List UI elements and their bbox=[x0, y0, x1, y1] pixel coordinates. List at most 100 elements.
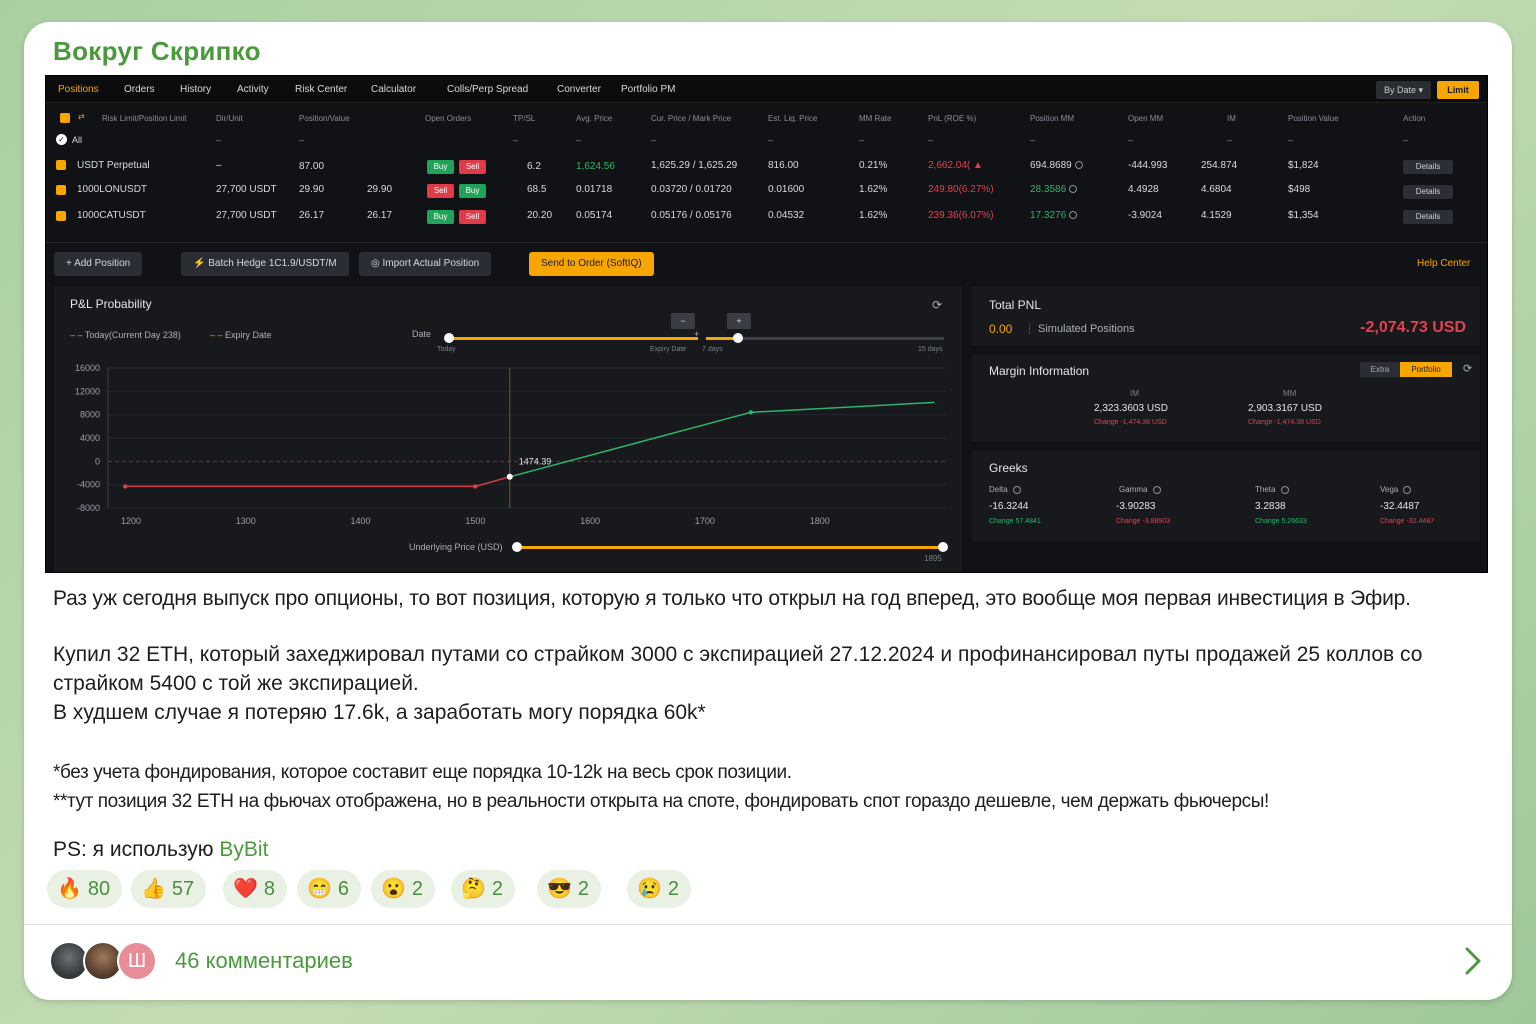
share-icon[interactable]: ▲ bbox=[970, 160, 983, 171]
slider-handle-today[interactable] bbox=[444, 333, 454, 343]
refresh-icon[interactable]: ⟳ bbox=[932, 298, 942, 312]
limit-button[interactable]: Limit bbox=[1437, 81, 1479, 99]
reaction-emoji-icon: ❤️ bbox=[233, 878, 258, 900]
sell-button[interactable]: Sell bbox=[427, 184, 454, 198]
tab-calculator[interactable]: Calculator bbox=[371, 84, 416, 95]
x-tick-label: 1500 bbox=[465, 516, 485, 526]
details-button[interactable]: Details bbox=[1403, 160, 1453, 174]
by-date-dropdown[interactable]: By Date ▾ bbox=[1375, 81, 1431, 99]
buy-button[interactable]: Buy bbox=[459, 184, 486, 198]
tab-risk-center[interactable]: Risk Center bbox=[295, 84, 347, 95]
all-toggle-icon[interactable]: ✓ bbox=[56, 134, 67, 145]
reaction-count: 57 bbox=[171, 878, 195, 900]
header-position-mm: Position MM bbox=[1030, 114, 1075, 123]
post-paragraph: Раз уж сегодня выпуск про опционы, то во… bbox=[53, 587, 1411, 610]
reaction-chip[interactable]: 😁 6 bbox=[297, 870, 362, 908]
header-cur-mark: Cur. Price / Mark Price bbox=[651, 114, 732, 123]
reaction-emoji-icon: 😢 bbox=[637, 878, 662, 900]
current-price-dot bbox=[506, 473, 513, 480]
tab-colls-perp-spread[interactable]: Colls/Perp Spread bbox=[447, 84, 528, 95]
row-symbol[interactable]: 1000LONUSDT bbox=[77, 184, 147, 195]
add-position-button[interactable]: + Add Position bbox=[54, 252, 143, 276]
tab-history[interactable]: History bbox=[180, 84, 211, 95]
slider-handle-7d[interactable] bbox=[733, 333, 743, 343]
underlying-handle-min[interactable] bbox=[512, 542, 522, 552]
tab-positions[interactable]: Positions bbox=[58, 84, 99, 95]
tab-extra[interactable]: Extra bbox=[1360, 362, 1400, 377]
bybit-link[interactable]: ByBit bbox=[219, 838, 268, 861]
greek-delta-change: Change 57.4841 bbox=[989, 518, 1041, 525]
row-cur-mark: 0.05176 / 0.05176 bbox=[651, 210, 732, 221]
reaction-chip[interactable]: 👍 57 bbox=[131, 870, 207, 908]
help-center-link[interactable]: Help Center bbox=[1417, 258, 1470, 269]
reaction-chip[interactable]: 🔥 80 bbox=[47, 870, 123, 908]
reaction-chip[interactable]: 🤔 2 bbox=[451, 870, 516, 908]
header-dir-unit: Dir/Unit bbox=[216, 114, 243, 123]
reaction-chip[interactable]: ❤️ 8 bbox=[223, 870, 288, 908]
chevron-right-icon[interactable] bbox=[1458, 943, 1488, 979]
greek-name: Theta bbox=[1255, 485, 1276, 494]
row-mm-rate: 0.21% bbox=[859, 160, 888, 171]
tab-portfolio-pm[interactable]: Portfolio PM bbox=[621, 84, 675, 95]
margin-mm-label: MM bbox=[1283, 389, 1297, 398]
tab-orders[interactable]: Orders bbox=[124, 84, 155, 95]
batch-hedge-button[interactable]: ⚡ Batch Hedge 1C1.9/USDT/M bbox=[181, 252, 349, 276]
pl-line-segment bbox=[509, 411, 752, 478]
reaction-chip[interactable]: 😮 2 bbox=[371, 870, 436, 908]
row-checkbox[interactable] bbox=[56, 185, 66, 195]
sell-button[interactable]: Sell bbox=[459, 210, 486, 224]
zoom-plus-button[interactable]: + bbox=[727, 313, 751, 329]
header-im: IM bbox=[1227, 114, 1236, 123]
select-all-checkbox[interactable] bbox=[60, 113, 70, 123]
divider bbox=[24, 924, 1512, 925]
header-tpsl: TP/SL bbox=[513, 114, 536, 123]
details-button[interactable]: Details bbox=[1403, 210, 1453, 224]
dash: – bbox=[1403, 135, 1409, 145]
batch-hedge-label: Batch Hedge 1C1.9/USDT/M bbox=[208, 258, 337, 269]
y-tick-label: 8000 bbox=[80, 410, 100, 420]
row-symbol[interactable]: USDT Perpetual bbox=[77, 160, 150, 171]
import-position-button[interactable]: ◎ Import Actual Position bbox=[359, 252, 492, 276]
total-pnl-title: Total PNL bbox=[989, 298, 1042, 312]
header-avg-price: Avg. Price bbox=[576, 114, 613, 123]
refresh-icon[interactable]: ⟳ bbox=[1463, 362, 1472, 375]
zoom-minus-button[interactable]: − bbox=[671, 313, 695, 329]
dash: – bbox=[216, 135, 222, 145]
legend-expiry-label: Expiry Date bbox=[225, 330, 272, 340]
row-im: 4.1529 bbox=[1201, 210, 1232, 221]
tab-portfolio[interactable]: Portfolio bbox=[1400, 362, 1452, 377]
row-checkbox[interactable] bbox=[56, 211, 66, 221]
buy-button[interactable]: Buy bbox=[427, 210, 454, 224]
row-position-mm-value: 694.8689 bbox=[1030, 160, 1072, 171]
channel-name[interactable]: Вокруг Скрипко bbox=[53, 36, 261, 67]
x-tick-label: 1300 bbox=[236, 516, 256, 526]
row-position-2: 26.17 bbox=[367, 210, 393, 221]
row-cur-mark: 1,625.29 / 1,625.29 bbox=[651, 160, 738, 171]
legend-today: – – Today(Current Day 238) bbox=[70, 330, 181, 340]
x-tick-label: 1400 bbox=[351, 516, 371, 526]
row-symbol[interactable]: 1000CATUSDT bbox=[77, 210, 146, 221]
header-action: Action bbox=[1403, 114, 1426, 123]
buy-button[interactable]: Buy bbox=[427, 160, 454, 174]
slider-7d-label: 7 days bbox=[702, 346, 723, 353]
comments-link[interactable]: 46 комментариев bbox=[175, 948, 353, 974]
reaction-chip[interactable]: 😎 2 bbox=[537, 870, 602, 908]
row-position-mm: 28.3586 bbox=[1030, 184, 1078, 195]
row-checkbox[interactable] bbox=[56, 160, 66, 170]
total-pnl-panel: Total PNL 0.00 Simulated Positions -2,07… bbox=[972, 286, 1480, 346]
send-order-button[interactable]: Send to Order (SoftIQ) bbox=[529, 252, 654, 276]
info-icon bbox=[1069, 185, 1078, 194]
dash: – bbox=[651, 135, 657, 145]
details-button[interactable]: Details bbox=[1403, 185, 1453, 199]
row-avg-price: 1,624.56 bbox=[576, 161, 615, 172]
reaction-chip[interactable]: 😢 2 bbox=[627, 870, 692, 908]
tab-activity[interactable]: Activity bbox=[237, 84, 269, 95]
avatar[interactable]: Ш bbox=[117, 941, 157, 981]
underlying-handle-max[interactable] bbox=[938, 542, 948, 552]
dash: – bbox=[1128, 135, 1134, 145]
pl-chart: 16000 12000 8000 4000 0 -4000 -8000 1200 1300 140… bbox=[75, 363, 946, 526]
tab-converter[interactable]: Converter bbox=[557, 84, 601, 95]
all-label: All bbox=[72, 135, 83, 145]
date-slider-fill-2 bbox=[706, 337, 736, 340]
sell-button[interactable]: Sell bbox=[459, 160, 486, 174]
